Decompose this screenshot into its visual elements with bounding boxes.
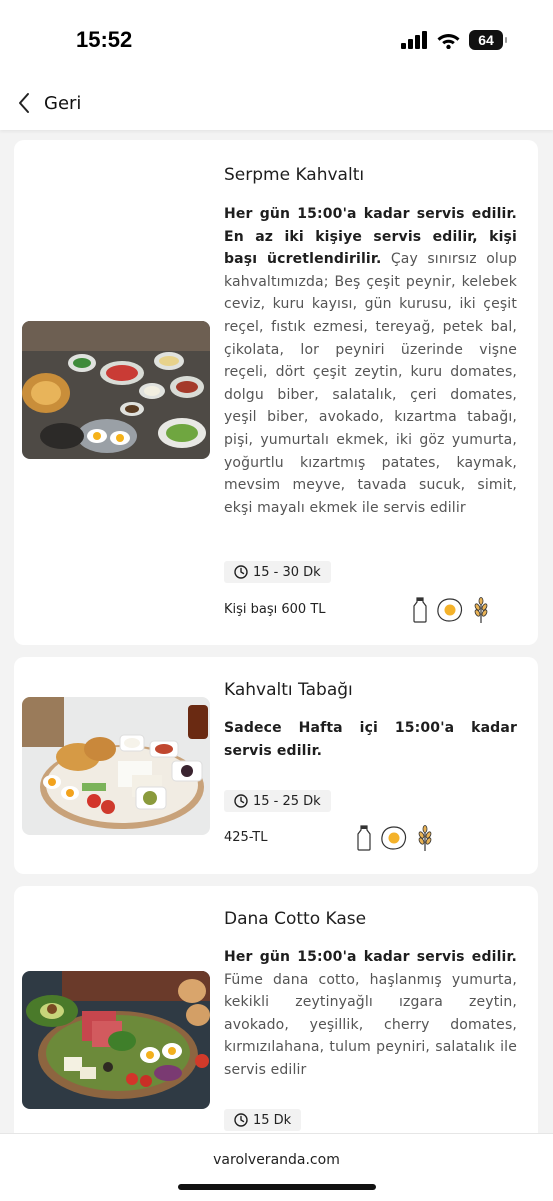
nav-bar: Geri bbox=[0, 80, 553, 130]
wheat-icon bbox=[474, 597, 488, 623]
menu-item-description-bold: Sadece Hafta içi 15:00'a kadar servis ed… bbox=[224, 720, 517, 759]
chevron-left-icon bbox=[19, 93, 29, 113]
status-bar: 15:52 64 bbox=[0, 0, 553, 80]
signal-icon bbox=[401, 31, 427, 49]
egg-icon bbox=[437, 598, 463, 622]
prep-time-chip: 15 Dk bbox=[224, 1109, 302, 1131]
menu-item-description-text: Füme dana cotto, haşlanmış yumurta, keki… bbox=[224, 971, 517, 1078]
menu-item-title: Dana Cotto Kase bbox=[224, 909, 367, 929]
menu-item-description: Sadece Hafta içi 15:00'a kadar servis ed… bbox=[224, 717, 517, 762]
menu-item-description-bold: Her gün 15:00'a kadar servis edilir. bbox=[224, 949, 517, 965]
food-image bbox=[22, 321, 210, 459]
menu-item-card[interactable]: Kahvaltı Tabağı Sadece Hafta içi 15:00'a… bbox=[14, 657, 538, 874]
allergen-icons bbox=[356, 824, 434, 852]
prep-time: 15 Dk bbox=[253, 1112, 292, 1128]
menu-list[interactable]: Serpme Kahvaltı Her gün 15:00'a kadar se… bbox=[0, 130, 553, 1133]
clock-icon bbox=[234, 565, 248, 579]
site-url[interactable]: varolveranda.com bbox=[0, 1152, 553, 1168]
wifi-icon bbox=[437, 34, 460, 49]
milk-bottle-icon bbox=[413, 597, 427, 623]
food-image bbox=[22, 971, 210, 1109]
menu-item-description: Her gün 15:00'a kadar servis edilir. Füm… bbox=[224, 946, 517, 1082]
battery-indicator: 64 bbox=[469, 30, 507, 50]
menu-item-card[interactable]: Dana Cotto Kase Her gün 15:00'a kadar se… bbox=[14, 886, 538, 1133]
menu-item-price: 425-TL bbox=[224, 830, 268, 845]
menu-item-card[interactable]: Serpme Kahvaltı Her gün 15:00'a kadar se… bbox=[14, 140, 538, 645]
clock-icon bbox=[234, 794, 248, 808]
prep-time: 15 - 25 Dk bbox=[253, 793, 321, 809]
menu-item-price: Kişi başı 600 TL bbox=[224, 602, 326, 617]
wheat-icon bbox=[418, 825, 432, 851]
back-button[interactable]: Geri bbox=[18, 92, 81, 114]
prep-time: 15 - 30 Dk bbox=[253, 564, 321, 580]
prep-time-chip: 15 - 25 Dk bbox=[224, 790, 331, 812]
menu-item-description-text: Çay sınırsız olup kahvaltımızda; Beş çeş… bbox=[224, 251, 518, 516]
back-label: Geri bbox=[44, 92, 82, 114]
food-image bbox=[22, 697, 210, 835]
menu-item-title: Kahvaltı Tabağı bbox=[224, 680, 353, 700]
egg-icon bbox=[381, 826, 407, 850]
prep-time-chip: 15 - 30 Dk bbox=[224, 561, 331, 583]
clock-icon bbox=[234, 1113, 248, 1127]
status-icons: 64 bbox=[401, 30, 507, 50]
home-indicator[interactable] bbox=[178, 1184, 376, 1190]
menu-item-title: Serpme Kahvaltı bbox=[224, 165, 365, 185]
status-time: 15:52 bbox=[76, 27, 133, 52]
milk-bottle-icon bbox=[357, 825, 371, 851]
allergen-icons bbox=[412, 596, 490, 624]
browser-bottom-bar: varolveranda.com bbox=[0, 1133, 553, 1201]
menu-item-description: Her gün 15:00'a kadar servis edilir. En … bbox=[224, 203, 517, 519]
